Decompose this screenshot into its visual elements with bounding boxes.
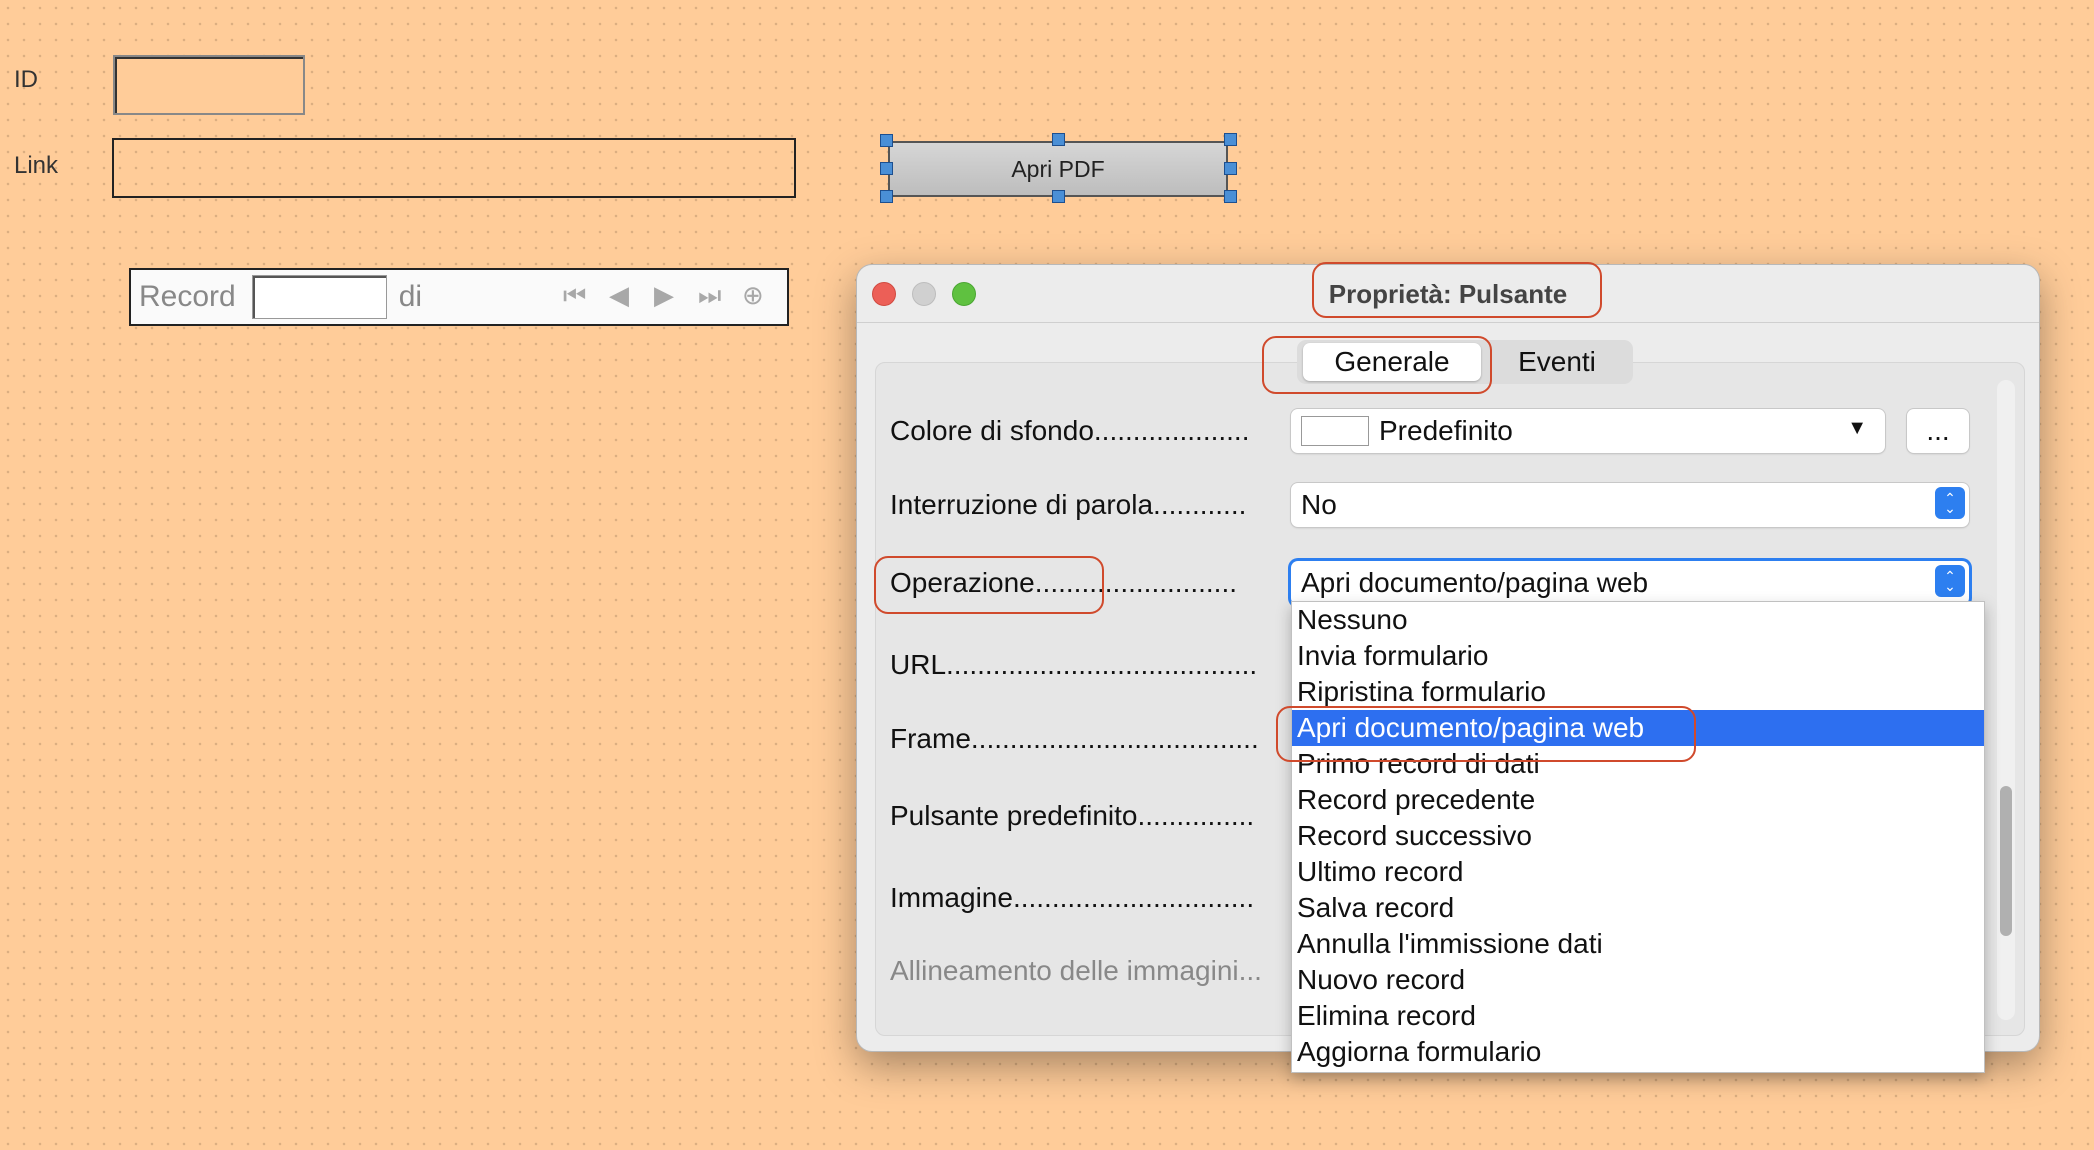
list-item-selected[interactable]: Apri documento/pagina web <box>1292 710 1984 746</box>
record-navigation-bar: Record di ⏮ ◀ ▶ ⏭ ⊕ <box>129 268 789 326</box>
dialog-titlebar: Proprietà: Pulsante <box>857 265 2039 323</box>
resize-handle-top[interactable] <box>1052 133 1065 146</box>
id-label: ID <box>14 66 38 93</box>
list-item[interactable]: Aggiorna formulario <box>1292 1034 1984 1070</box>
list-item[interactable]: Invia formulario <box>1292 638 1984 674</box>
background-color-select[interactable]: Predefinito ▼ <box>1291 409 1885 453</box>
open-pdf-button[interactable]: Apri PDF <box>888 141 1228 197</box>
word-break-select[interactable]: No ⌃ ⌄ <box>1291 483 1969 527</box>
id-field[interactable] <box>113 55 305 115</box>
word-break-label: Interruzione di parola............ <box>890 489 1247 520</box>
action-label: Operazione.......................... <box>890 567 1238 598</box>
resize-handle-top-right[interactable] <box>1224 133 1237 146</box>
action-dropdown-list: Nessuno Invia formulario Ripristina form… <box>1291 601 1985 1073</box>
record-of-label: di <box>398 280 423 313</box>
list-item[interactable]: Nuovo record <box>1292 962 1984 998</box>
resize-handle-bottom-left[interactable] <box>880 190 893 203</box>
resize-handle-left[interactable] <box>880 162 893 175</box>
open-pdf-button-label: Apri PDF <box>1011 155 1105 182</box>
list-item[interactable]: Primo record di dati <box>1292 746 1984 782</box>
updown-chevron-icon: ⌃ ⌄ <box>1935 487 1965 519</box>
default-button-label: Pulsante predefinito............... <box>890 800 1255 831</box>
frame-label: Frame...................................… <box>890 723 1259 754</box>
last-record-icon[interactable]: ⏭ <box>698 280 721 312</box>
previous-record-icon[interactable]: ◀ <box>609 280 629 311</box>
list-item[interactable]: Elimina record <box>1292 998 1984 1034</box>
tab-generale[interactable]: Generale <box>1303 343 1481 381</box>
list-item[interactable]: Salva record <box>1292 890 1984 926</box>
dialog-scrollbar[interactable] <box>1997 380 2015 1020</box>
new-record-icon[interactable]: ⊕ <box>742 280 764 311</box>
updown-chevron-icon: ⌃ ⌄ <box>1935 565 1965 597</box>
tab-eventi[interactable]: Eventi <box>1487 343 1627 381</box>
resize-handle-top-left[interactable] <box>880 134 893 147</box>
color-swatch <box>1301 416 1369 446</box>
action-select[interactable]: Apri documento/pagina web ⌃ ⌄ <box>1291 561 1969 605</box>
link-label: Link <box>14 152 59 179</box>
list-item[interactable]: Ultimo record <box>1292 854 1984 890</box>
image-alignment-label: Allineamento delle immagini... <box>890 955 1262 986</box>
resize-handle-bottom-right[interactable] <box>1224 190 1237 203</box>
first-record-icon[interactable]: ⏮ <box>563 280 586 312</box>
resize-handle-bottom[interactable] <box>1052 190 1065 203</box>
resize-handle-right[interactable] <box>1224 162 1237 175</box>
list-item[interactable]: Record precedente <box>1292 782 1984 818</box>
url-label: URL.....................................… <box>890 649 1258 680</box>
word-break-value: No <box>1301 489 1337 520</box>
record-label: Record <box>139 280 236 313</box>
list-item[interactable]: Annulla l'immissione dati <box>1292 926 1984 962</box>
link-field[interactable] <box>112 138 796 198</box>
image-label: Immagine............................... <box>890 882 1255 913</box>
background-color-value: Predefinito <box>1379 415 1513 446</box>
dialog-title: Proprietà: Pulsante <box>1328 279 1568 309</box>
list-item[interactable]: Ripristina formulario <box>1292 674 1984 710</box>
chevron-down-icon: ▼ <box>1847 417 1867 439</box>
scrollbar-thumb[interactable] <box>2000 786 2012 936</box>
record-number-input[interactable] <box>251 275 387 319</box>
dialog-tabbar: Generale Eventi <box>1297 340 1633 384</box>
list-item[interactable]: Record successivo <box>1292 818 1984 854</box>
background-color-more-button[interactable]: ... <box>1907 409 1969 453</box>
background-color-label: Colore di sfondo.................... <box>890 415 1250 446</box>
more-button-label: ... <box>1926 415 1950 446</box>
action-value: Apri documento/pagina web <box>1301 567 1649 598</box>
next-record-icon[interactable]: ▶ <box>654 280 674 311</box>
list-item[interactable]: Nessuno <box>1292 602 1984 638</box>
